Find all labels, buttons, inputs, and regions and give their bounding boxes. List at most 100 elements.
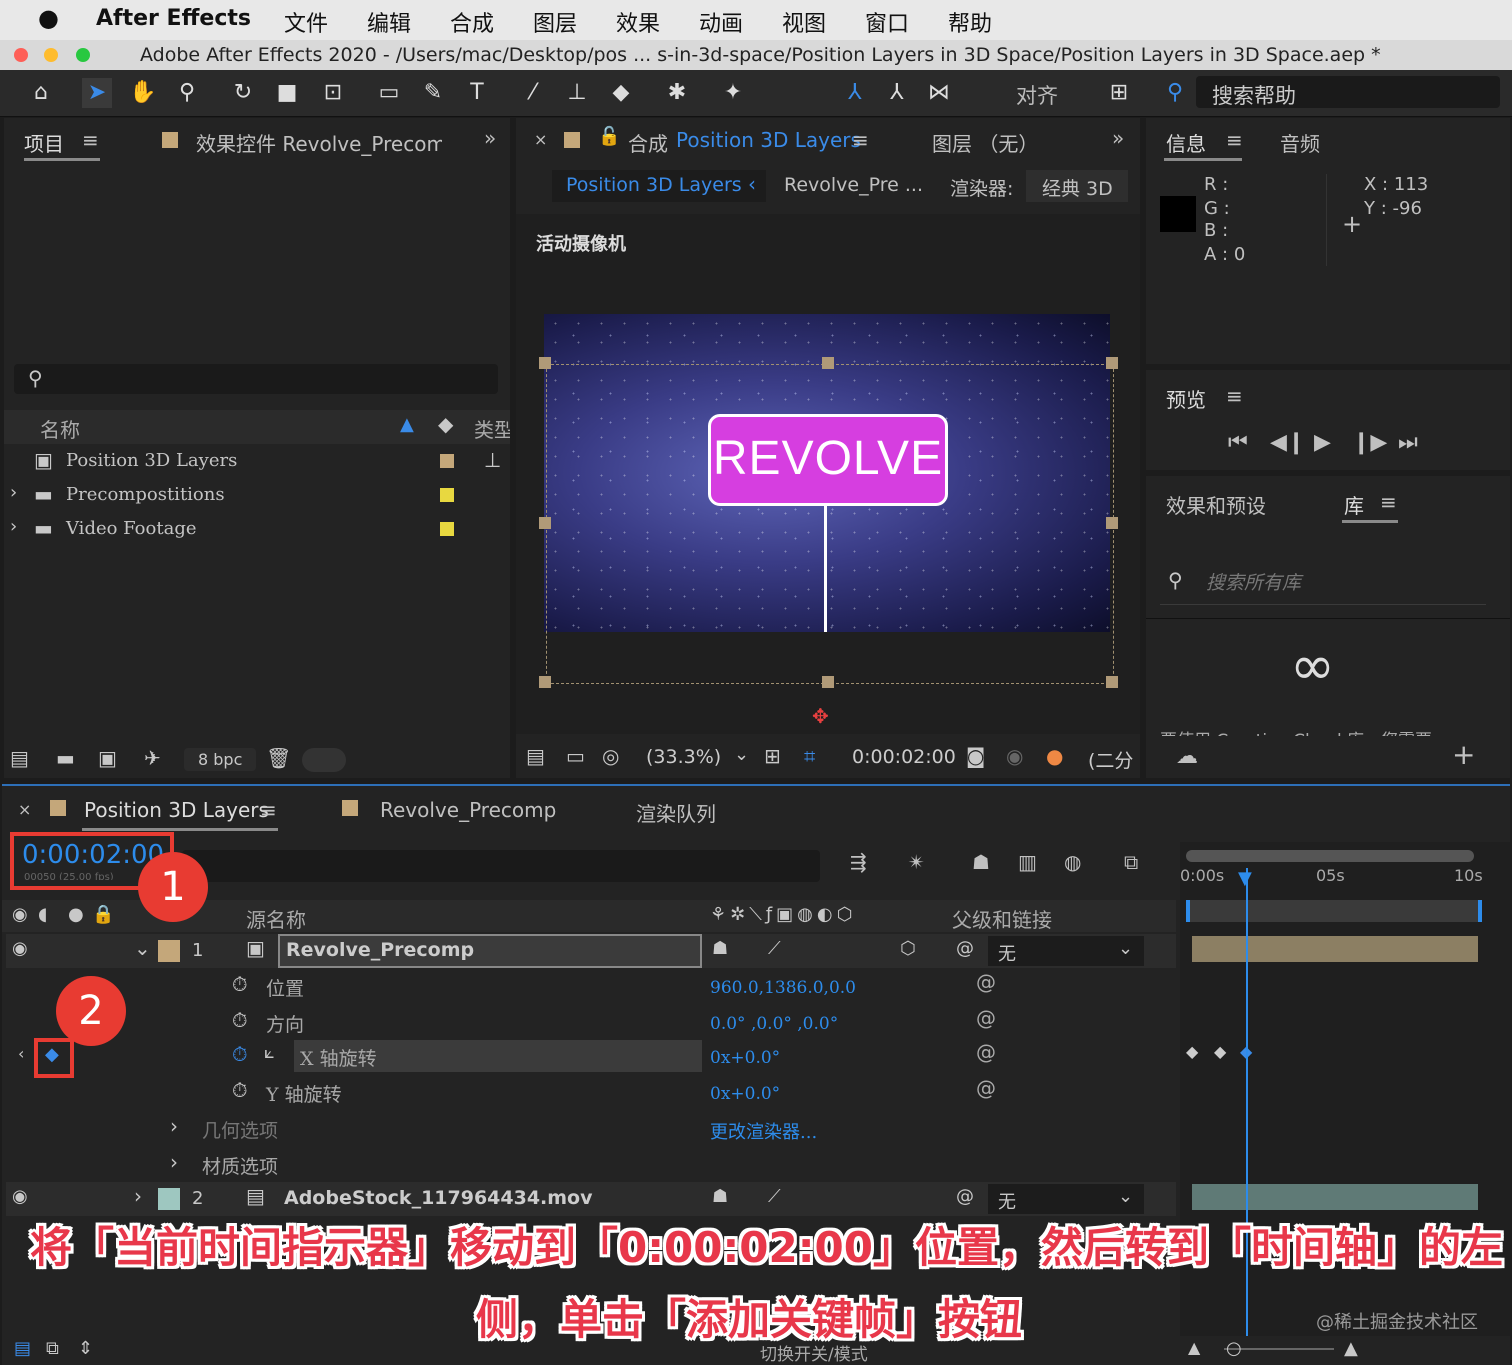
label-swatch[interactable] <box>440 454 454 468</box>
menu-effect[interactable]: 效果 <box>616 6 660 38</box>
menu-comp[interactable]: 合成 <box>450 6 494 38</box>
preview-tab[interactable]: 预览 <box>1166 384 1206 413</box>
chevron-right-icon[interactable]: › <box>170 1114 178 1138</box>
panel-menu-icon[interactable]: ≡ <box>1226 128 1243 152</box>
type-column-header[interactable]: 类型 <box>474 414 510 443</box>
info-tab[interactable]: 信息 <box>1166 128 1206 157</box>
brush-tool-icon[interactable]: ⁄ <box>518 78 548 108</box>
expression-pickwhip-icon[interactable]: @ <box>976 1076 996 1100</box>
parent-dropdown[interactable]: 无 ⌄ <box>988 1184 1144 1214</box>
chevron-right-icon[interactable]: › <box>10 482 17 503</box>
video-switch-icon[interactable]: ◉ <box>12 904 28 925</box>
transform-handle[interactable] <box>539 357 551 369</box>
search-help-icon[interactable]: ⚲ <box>1160 78 1190 108</box>
project-item[interactable]: ▣ Position 3D Layers ⊥ <box>4 446 501 478</box>
close-tab-icon[interactable]: × <box>18 800 31 819</box>
stopwatch-icon[interactable]: ⏱ <box>232 1008 248 1032</box>
eye-icon[interactable]: ◉ <box>12 1186 28 1207</box>
type-tool-icon[interactable]: T <box>462 78 492 108</box>
panel-menu-icon[interactable]: ≡ <box>1380 490 1397 514</box>
graph-icon[interactable]: ⟀ <box>264 1042 275 1063</box>
search-help-field[interactable]: 搜索帮助 <box>1196 76 1500 108</box>
parent-dropdown[interactable]: 无 ⌄ <box>988 936 1144 966</box>
transform-handle[interactable] <box>822 357 834 369</box>
property-value[interactable]: 0x+0.0° <box>710 1084 780 1104</box>
snapshot-settings-icon[interactable]: ▤ <box>526 744 545 768</box>
selection-tool-icon[interactable]: ➤ <box>82 78 112 108</box>
transform-handle[interactable] <box>1106 676 1118 688</box>
transform-handle[interactable] <box>539 517 551 529</box>
3d-layer-icon[interactable]: ⬡ <box>900 938 916 959</box>
layer-name-field[interactable]: Revolve_Precomp <box>278 934 702 968</box>
local-axis-icon[interactable]: ⅄ <box>840 78 870 108</box>
renderer-button[interactable]: 经典 3D <box>1026 170 1128 202</box>
current-time-indicator-head[interactable]: ▼ <box>1238 868 1252 889</box>
timeline-search[interactable] <box>182 850 820 882</box>
layer-tab[interactable]: 图层 （无） <box>932 128 1038 157</box>
layer-label-swatch[interactable] <box>158 1188 180 1210</box>
project-item[interactable]: › ▬ Video Footage <box>4 514 484 546</box>
puppet-pin-tool-icon[interactable]: ✦ <box>718 78 748 108</box>
graph-editor-icon[interactable]: ⧉ <box>1124 850 1138 874</box>
hand-tool-icon[interactable]: ✋ <box>128 78 158 108</box>
shy-layers-icon[interactable]: ☗ <box>972 850 990 874</box>
breadcrumb-precomp[interactable]: Revolve_Pre ... <box>784 174 923 196</box>
zoom-slider-knob[interactable]: ○ <box>1226 1338 1242 1359</box>
lock-icon[interactable]: 🔓 <box>598 126 620 147</box>
property-value[interactable]: 0x+0.0° <box>710 1048 780 1068</box>
chevron-right-icon[interactable]: › <box>170 1150 178 1174</box>
label-swatch[interactable] <box>440 522 454 536</box>
library-search[interactable]: ⚲ 搜索所有库 <box>1160 558 1486 605</box>
property-row[interactable]: ⏱ Y 轴旋转 0x+0.0° @ <box>6 1076 1176 1110</box>
chevron-right-icon[interactable]: › <box>134 1184 142 1208</box>
project-tab[interactable]: 项目 <box>24 128 64 157</box>
stopwatch-icon[interactable]: ⏱ <box>232 1078 248 1102</box>
keyframe-icon[interactable]: ◆ <box>1186 1042 1198 1061</box>
view-axis-icon[interactable]: ⋈ <box>924 78 954 108</box>
shy-icon[interactable]: ☗ <box>712 938 728 959</box>
breadcrumb-comp[interactable]: Position 3D Layers <box>566 174 742 196</box>
property-row[interactable]: ⏱ 位置 960.0,1386.0,0.0 @ <box>6 970 1176 1004</box>
menu-edit[interactable]: 编辑 <box>367 6 411 38</box>
chevron-down-icon[interactable]: ⌄ <box>134 936 151 960</box>
new-folder-icon[interactable]: ▬ <box>56 746 75 770</box>
comp-tab-name[interactable]: Position 3D Layers <box>676 128 861 152</box>
layer-switches-icon[interactable]: ⧉ <box>46 1338 59 1359</box>
project-search[interactable]: ⚲ <box>14 364 498 394</box>
close-tab-icon[interactable]: × <box>534 130 547 149</box>
motion-blur-icon[interactable]: ◍ <box>1064 850 1081 874</box>
effect-controls-tab[interactable]: 效果控件 Revolve_Precomp <box>196 128 442 157</box>
3d-axis-gizmo-icon[interactable]: ✥ <box>812 704 829 728</box>
panel-menu-icon[interactable]: ≡ <box>852 128 869 152</box>
quality-icon[interactable]: ⟋ <box>768 1186 781 1207</box>
workspace-icon[interactable]: ⊞ <box>1104 78 1134 108</box>
composition-mini-flowchart-icon[interactable]: ⇶ <box>850 850 867 874</box>
more-tabs-icon[interactable]: » <box>1112 126 1124 150</box>
menu-help[interactable]: 帮助 <box>948 6 992 38</box>
effects-presets-tab[interactable]: 效果和预设 <box>1166 490 1266 519</box>
minimize-window-button[interactable] <box>44 48 58 62</box>
chevron-right-icon[interactable]: › <box>10 516 17 537</box>
zoom-in-icon[interactable]: ▲ <box>1344 1338 1358 1359</box>
label-swatch[interactable] <box>440 488 454 502</box>
first-frame-icon[interactable]: ⏮ <box>1228 430 1248 455</box>
comp-timecode[interactable]: 0:00:02:00 <box>852 746 956 768</box>
panel-menu-icon[interactable]: ≡ <box>260 798 277 822</box>
time-graph[interactable]: 0:00s 05s 10s ◆ ◆ ◆ ▼ <box>1180 842 1510 1362</box>
comp-tab-prefix[interactable]: 合成 <box>628 128 668 157</box>
label-tag-icon[interactable]: ◆ <box>438 412 453 436</box>
sort-ascending-icon[interactable]: ▲ <box>400 414 414 435</box>
property-row[interactable]: ⏱ 方向 0.0° ,0.0° ,0.0° @ <box>6 1006 1176 1040</box>
quality-icon[interactable]: ⟋ <box>768 938 781 959</box>
transform-handle[interactable] <box>822 676 834 688</box>
panel-menu-icon[interactable]: ≡ <box>82 128 99 152</box>
keyframe-nav-prev-icon[interactable]: ‹ <box>18 1044 24 1063</box>
layer-bounding-box[interactable] <box>546 364 1114 684</box>
expression-pickwhip-icon[interactable]: @ <box>976 1040 996 1064</box>
render-queue-tab[interactable]: 渲染队列 <box>636 798 716 827</box>
shy-icon[interactable]: ☗ <box>712 1186 728 1207</box>
audio-tab[interactable]: 音频 <box>1280 128 1320 157</box>
audio-switch-icon[interactable]: ◖ <box>38 904 47 925</box>
timeline-tab-precomp[interactable]: Revolve_Precomp <box>380 798 556 822</box>
region-of-interest-icon[interactable]: ⌗ <box>804 744 815 768</box>
